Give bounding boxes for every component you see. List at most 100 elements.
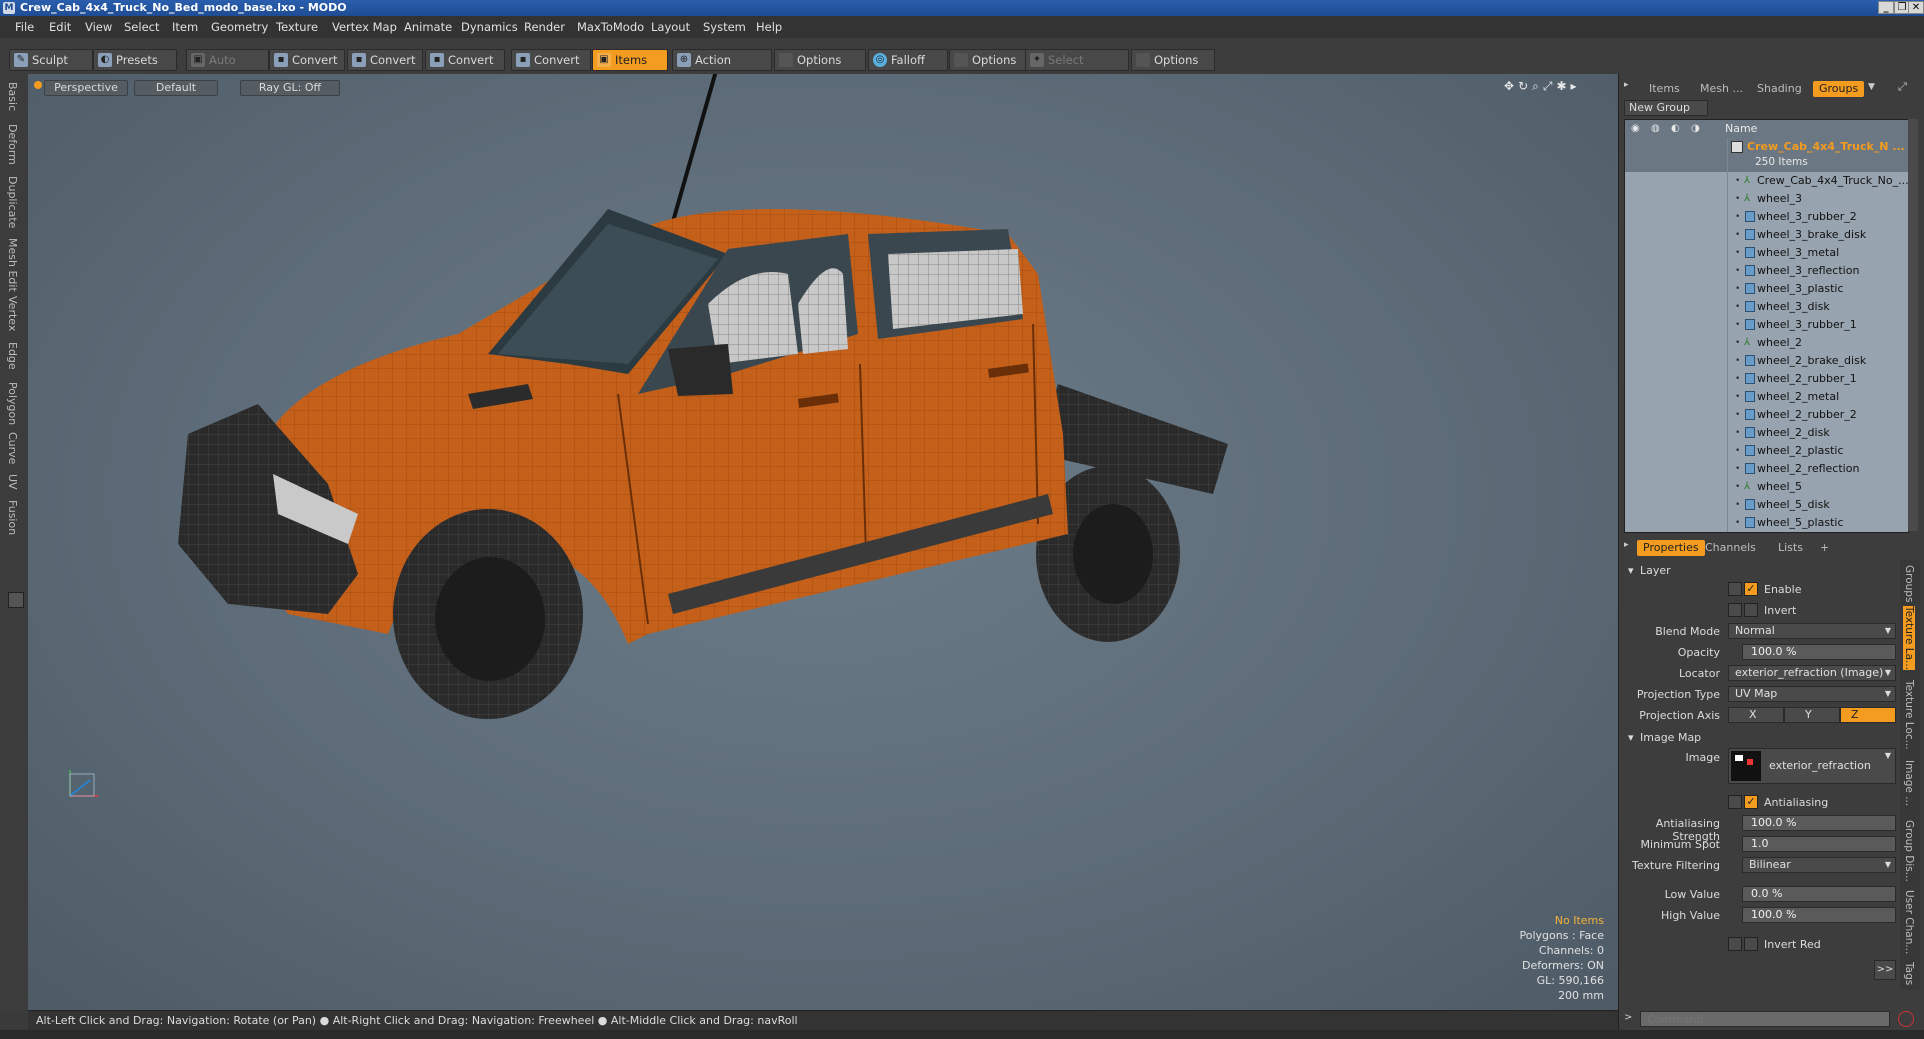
convert-vertex-button[interactable]: ▪ Convert [269,49,345,71]
tab-dropdown-icon[interactable]: ▼ [1868,82,1875,92]
menu-system[interactable]: System [703,20,746,34]
vtab-group-display[interactable]: Group Dis... [1903,820,1915,882]
tab-properties[interactable]: Properties [1637,540,1705,556]
axis-z-button[interactable]: Z [1840,707,1896,723]
outliner-item[interactable]: • wheel_2_disk [1625,424,1908,442]
outliner-item[interactable]: • ⅄ Crew_Cab_4x4_Truck_No_... [1625,172,1908,190]
outliner-scrollbar[interactable] [1908,119,1918,531]
outliner-item[interactable]: • wheel_5_plastic [1625,514,1908,532]
tab-channels[interactable]: Channels [1705,540,1756,556]
more-button[interactable]: >> [1874,960,1896,980]
outliner-item[interactable]: • wheel_3_metal [1625,244,1908,262]
convert-edge-button[interactable]: ▪ Convert [347,49,423,71]
action-center-button[interactable]: ⊕Action Center [672,49,772,87]
move-icon[interactable]: ✥ [1504,79,1518,93]
select-through-button[interactable]: ✦Select Through [1025,49,1129,87]
tab-basic[interactable]: Basic [6,82,19,111]
group-row[interactable]: Crew_Cab_4x4_Truck_N ... 250 Items [1625,138,1908,172]
menu-geometry[interactable]: Geometry [211,20,268,34]
expand-bullet-icon[interactable]: • [1735,316,1740,334]
expand-bullet-icon[interactable]: • [1735,262,1740,280]
sculpt-button[interactable]: ✎ Sculpt [9,49,93,71]
tab-curve[interactable]: Curve [6,432,19,464]
outliner-item[interactable]: • wheel_2_plastic [1625,442,1908,460]
low-value-field[interactable]: 0.0 % [1742,886,1896,902]
menu-item[interactable]: Item [172,20,198,34]
more-icon[interactable]: ▸ [1571,79,1581,93]
invert-checkbox[interactable] [1744,603,1758,617]
tab-deform[interactable]: Deform [6,124,19,165]
menu-layout[interactable]: Layout [651,20,690,34]
outliner-item[interactable]: • ⅄ wheel_2 [1625,334,1908,352]
menu-file[interactable]: File [15,20,34,34]
view-type-button[interactable]: Perspective [44,80,128,96]
outliner-item[interactable]: • wheel_2_reflection [1625,460,1908,478]
add-tab-button[interactable]: + [1820,540,1829,556]
expand-toggle[interactable] [8,592,24,608]
vtab-tags[interactable]: Tags [1903,962,1915,985]
blend-mode-select[interactable]: Normal [1728,623,1896,639]
falloff-options-button[interactable]: Options [949,49,1029,71]
viewport-tools[interactable]: ✥↻⌕⤢✱▸ [1504,79,1581,94]
expand-bullet-icon[interactable]: • [1735,172,1740,190]
menu-help[interactable]: Help [756,20,782,34]
image-map-toggle[interactable]: ▾ [1628,731,1634,744]
convert-polygon-button[interactable]: ▪ Convert [425,49,505,71]
outliner-item[interactable]: • wheel_3_rubber_2 [1625,208,1908,226]
new-group-button[interactable]: New Group [1624,100,1708,116]
expand-bullet-icon[interactable]: • [1735,280,1740,298]
outliner-item[interactable]: • ⅄ wheel_3 [1625,190,1908,208]
expand-bullet-icon[interactable]: • [1735,424,1740,442]
outliner-item[interactable]: • wheel_2_brake_disk [1625,352,1908,370]
menu-view[interactable]: View [85,20,112,34]
viewport-menu-icon[interactable] [34,81,42,89]
tab-mesh-edit[interactable]: Mesh Edit [6,238,19,292]
menu-maxtomodo[interactable]: MaxToModo [577,20,644,34]
menu-texture[interactable]: Texture [276,20,318,34]
aa-strength-field[interactable]: 100.0 % [1742,815,1896,831]
expand-bullet-icon[interactable]: • [1735,370,1740,388]
tab-shading[interactable]: Shading [1757,81,1802,97]
image-select[interactable]: exterior_refraction [1728,748,1896,784]
vtab-image[interactable]: Image ... [1903,760,1915,806]
tab-polygon[interactable]: Polygon [6,382,19,425]
eye-icon[interactable]: ◉ [1631,120,1640,138]
outliner-item[interactable]: • wheel_3_rubber_1 [1625,316,1908,334]
menu-dynamics[interactable]: Dynamics [461,20,518,34]
render-icon[interactable]: ◐ [1671,120,1680,138]
minimize-button[interactable]: _ [1878,1,1894,14]
auto-select-button[interactable]: ▣Auto Select [186,49,269,87]
axis-x-button[interactable]: X [1728,707,1784,723]
tab-uv[interactable]: UV [6,474,19,490]
3d-viewport[interactable] [28,74,1618,1010]
layer-section-toggle[interactable]: ▾ [1628,564,1634,577]
high-value-field[interactable]: 100.0 % [1742,907,1896,923]
outliner-item[interactable]: • wheel_3_reflection [1625,262,1908,280]
vtab-groups[interactable]: Groups [1903,565,1915,602]
rotate-icon[interactable]: ↻ [1518,79,1532,93]
tab-mesh[interactable]: Mesh ... [1700,81,1743,97]
tab-groups[interactable]: Groups [1813,81,1865,97]
expand-bullet-icon[interactable]: • [1735,334,1740,352]
opacity-field[interactable]: 100.0 % [1742,644,1896,660]
outliner-item[interactable]: • wheel_2_metal [1625,388,1908,406]
enable-checkbox[interactable]: ✓ [1744,582,1758,596]
menu-animate[interactable]: Animate [404,20,452,34]
expand-bullet-icon[interactable]: • [1735,514,1740,532]
outliner-item[interactable]: • wheel_3_plastic [1625,280,1908,298]
menu-select[interactable]: Select [124,20,159,34]
projection-type-select[interactable]: UV Map [1728,686,1896,702]
expand-bullet-icon[interactable]: • [1735,496,1740,514]
panel-expand-icon[interactable]: ⤢ [1898,80,1907,94]
lock-icon[interactable]: ◍ [1651,120,1660,138]
tab-vertex[interactable]: Vertex [6,296,19,331]
select-options-button[interactable]: Options [1131,49,1215,71]
expand-bullet-icon[interactable]: • [1735,460,1740,478]
expand-bullet-icon[interactable]: • [1735,352,1740,370]
raygl-button[interactable]: Ray GL: Off [240,80,340,96]
fit-icon[interactable]: ⤢ [1543,79,1557,93]
menu-render[interactable]: Render [524,20,565,34]
falloff-button[interactable]: ◎ Falloff [868,49,948,71]
items-mode-button[interactable]: ▣ Items [592,49,668,71]
menu-vertex-map[interactable]: Vertex Map [332,20,397,34]
